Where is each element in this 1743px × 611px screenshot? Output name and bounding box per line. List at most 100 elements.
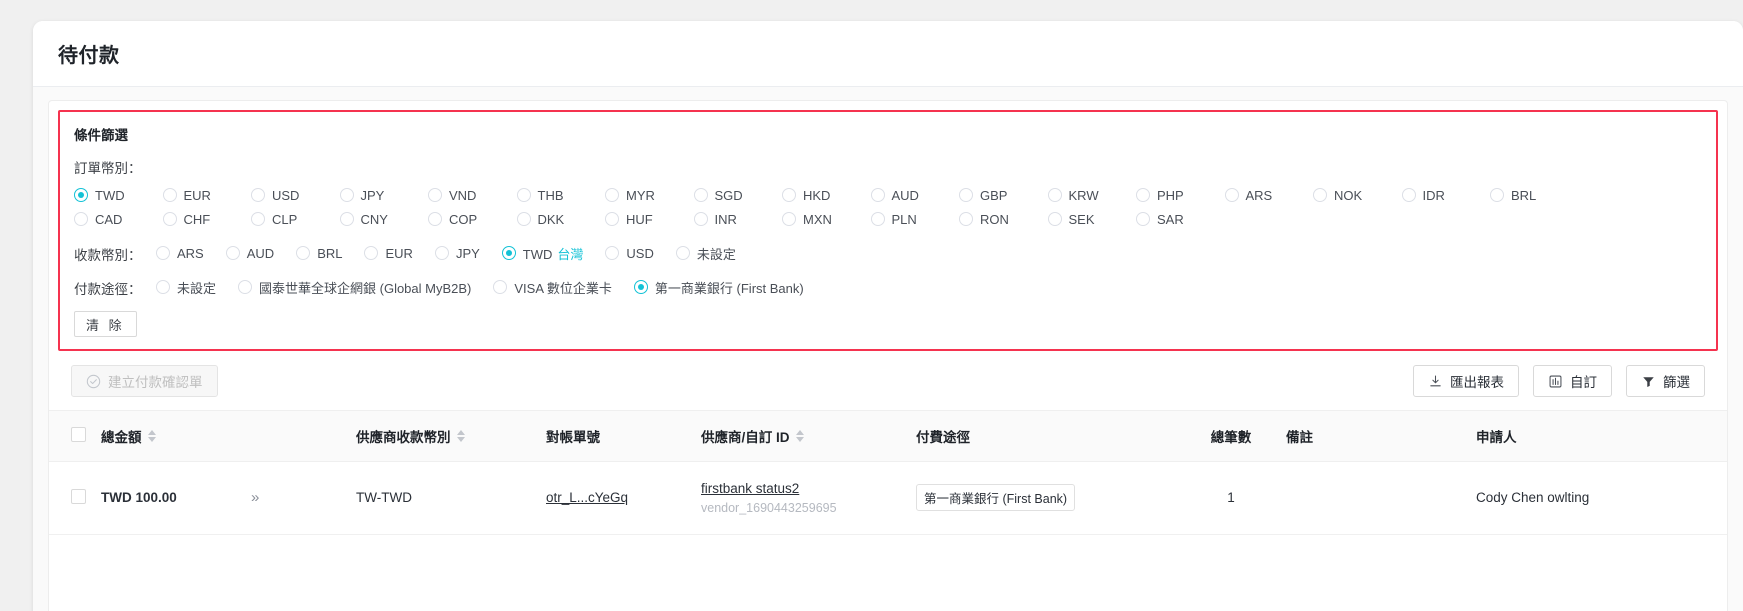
radio-unselected-icon[interactable] (1401, 188, 1416, 202)
order-currency-thb[interactable]: THB (516, 183, 606, 207)
order-currency-inr[interactable]: INR (693, 207, 783, 231)
customize-columns-button[interactable]: 自訂 (1533, 365, 1612, 397)
radio-unselected-icon[interactable] (870, 188, 885, 202)
order-currency-sar[interactable]: SAR (1136, 207, 1225, 231)
order-currency-vnd[interactable]: VND (428, 183, 517, 207)
radio-unselected-icon[interactable] (516, 188, 531, 202)
radio-unselected-icon[interactable] (428, 212, 442, 226)
order-currency-cop[interactable]: COP (428, 207, 517, 231)
sort-vendor-currency-icon[interactable] (456, 430, 465, 442)
order-currency-sek[interactable]: SEK (1047, 207, 1137, 231)
order-currency-aud[interactable]: AUD (870, 183, 960, 207)
order-currency-usd[interactable]: USD (251, 183, 340, 207)
radio-unselected-icon[interactable] (339, 188, 354, 202)
order-currency-dkk[interactable]: DKK (516, 207, 606, 231)
radio-unselected-icon[interactable] (74, 212, 88, 226)
header-amount[interactable]: 總金額 (101, 410, 251, 462)
header-vendor-id[interactable]: 供應商/自訂 ID (701, 410, 916, 462)
payment-method-2[interactable]: VISA 數位企業卡 (493, 275, 612, 299)
radio-unselected-icon[interactable] (156, 246, 170, 260)
order-currency-php[interactable]: PHP (1136, 183, 1225, 207)
order-currency-brl[interactable]: BRL (1490, 183, 1579, 207)
radio-unselected-icon[interactable] (870, 212, 885, 226)
order-currency-chf[interactable]: CHF (162, 207, 252, 231)
radio-unselected-icon[interactable] (1047, 212, 1062, 226)
vendor-name-link[interactable]: firstbank status2 (701, 479, 916, 499)
payment-method-3[interactable]: 第一商業銀行 (First Bank) (633, 275, 804, 299)
payment-method-0[interactable]: 未設定 (156, 275, 216, 299)
radio-unselected-icon[interactable] (428, 188, 442, 202)
radio-unselected-icon[interactable] (156, 280, 170, 294)
order-currency-clp[interactable]: CLP (251, 207, 340, 231)
radio-unselected-icon[interactable] (251, 188, 265, 202)
order-currency-krw[interactable]: KRW (1047, 183, 1137, 207)
radio-unselected-icon[interactable] (339, 212, 354, 226)
radio-unselected-icon[interactable] (675, 246, 690, 260)
radio-selected-icon[interactable] (501, 246, 516, 260)
filter-button[interactable]: 篩選 (1626, 365, 1705, 397)
radio-unselected-icon[interactable] (1136, 188, 1150, 202)
radio-selected-icon[interactable] (633, 280, 648, 294)
radio-unselected-icon[interactable] (1490, 188, 1504, 202)
order-currency-myr[interactable]: MYR (605, 183, 694, 207)
radio-unselected-icon[interactable] (782, 212, 796, 226)
receive-currency-twd[interactable]: TWD 台灣 (501, 241, 583, 265)
create-payment-confirmation-button[interactable]: 建立付款確認單 (71, 365, 218, 397)
radio-unselected-icon[interactable] (605, 246, 620, 260)
radio-unselected-icon[interactable] (959, 188, 973, 202)
radio-unselected-icon[interactable] (162, 188, 177, 202)
header-vendor-currency[interactable]: 供應商收款幣別 (356, 410, 546, 462)
expand-chevron-icon[interactable]: » (251, 489, 259, 506)
radio-unselected-icon[interactable] (296, 246, 311, 260)
radio-unselected-icon[interactable] (364, 246, 379, 260)
order-currency-cny[interactable]: CNY (339, 207, 429, 231)
payment-method-1[interactable]: 國泰世華全球企網銀 (Global MyB2B) (238, 275, 471, 299)
receive-currency-brl[interactable]: BRL (296, 241, 342, 265)
select-all-checkbox[interactable] (71, 427, 86, 442)
radio-unselected-icon[interactable] (605, 188, 619, 202)
radio-unselected-icon[interactable] (493, 280, 508, 294)
receive-currency-eur[interactable]: EUR (364, 241, 413, 265)
order-currency-pln[interactable]: PLN (870, 207, 960, 231)
receive-currency-未設定[interactable]: 未設定 (675, 241, 736, 265)
order-currency-twd[interactable]: TWD (74, 183, 163, 207)
receive-currency-jpy[interactable]: JPY (434, 241, 480, 265)
radio-unselected-icon[interactable] (1224, 188, 1239, 202)
receive-currency-aud[interactable]: AUD (225, 241, 274, 265)
receive-currency-usd[interactable]: USD (605, 241, 654, 265)
order-currency-cad[interactable]: CAD (74, 207, 163, 231)
radio-unselected-icon[interactable] (434, 246, 449, 260)
receive-currency-ars[interactable]: ARS (156, 241, 204, 265)
radio-selected-icon[interactable] (74, 188, 88, 202)
radio-unselected-icon[interactable] (1136, 212, 1150, 226)
radio-unselected-icon[interactable] (251, 212, 265, 226)
order-currency-mxn[interactable]: MXN (782, 207, 871, 231)
order-currency-ron[interactable]: RON (959, 207, 1048, 231)
order-currency-ars[interactable]: ARS (1224, 183, 1314, 207)
export-report-button[interactable]: 匯出報表 (1413, 365, 1519, 397)
radio-unselected-icon[interactable] (782, 188, 796, 202)
order-currency-hkd[interactable]: HKD (782, 183, 871, 207)
order-currency-sgd[interactable]: SGD (693, 183, 783, 207)
clear-filters-button[interactable]: 清 除 (74, 311, 137, 337)
order-currency-idr[interactable]: IDR (1401, 183, 1491, 207)
radio-unselected-icon[interactable] (605, 212, 619, 226)
radio-unselected-icon[interactable] (693, 212, 708, 226)
radio-unselected-icon[interactable] (959, 212, 973, 226)
radio-unselected-icon[interactable] (693, 188, 708, 202)
order-currency-eur[interactable]: EUR (162, 183, 252, 207)
radio-unselected-icon[interactable] (516, 212, 531, 226)
radio-unselected-icon[interactable] (225, 246, 240, 260)
order-currency-huf[interactable]: HUF (605, 207, 694, 231)
radio-unselected-icon[interactable] (162, 212, 177, 226)
radio-unselected-icon[interactable] (238, 280, 253, 294)
radio-unselected-icon[interactable] (1047, 188, 1062, 202)
sort-amount-icon[interactable] (147, 430, 156, 442)
row-checkbox[interactable] (71, 488, 86, 504)
recon-no-link[interactable]: otr_L...cYeGq (546, 490, 628, 505)
order-currency-jpy[interactable]: JPY (339, 183, 429, 207)
radio-unselected-icon[interactable] (1313, 188, 1327, 202)
order-currency-gbp[interactable]: GBP (959, 183, 1048, 207)
order-currency-nok[interactable]: NOK (1313, 183, 1402, 207)
sort-vendor-id-icon[interactable] (795, 430, 804, 442)
